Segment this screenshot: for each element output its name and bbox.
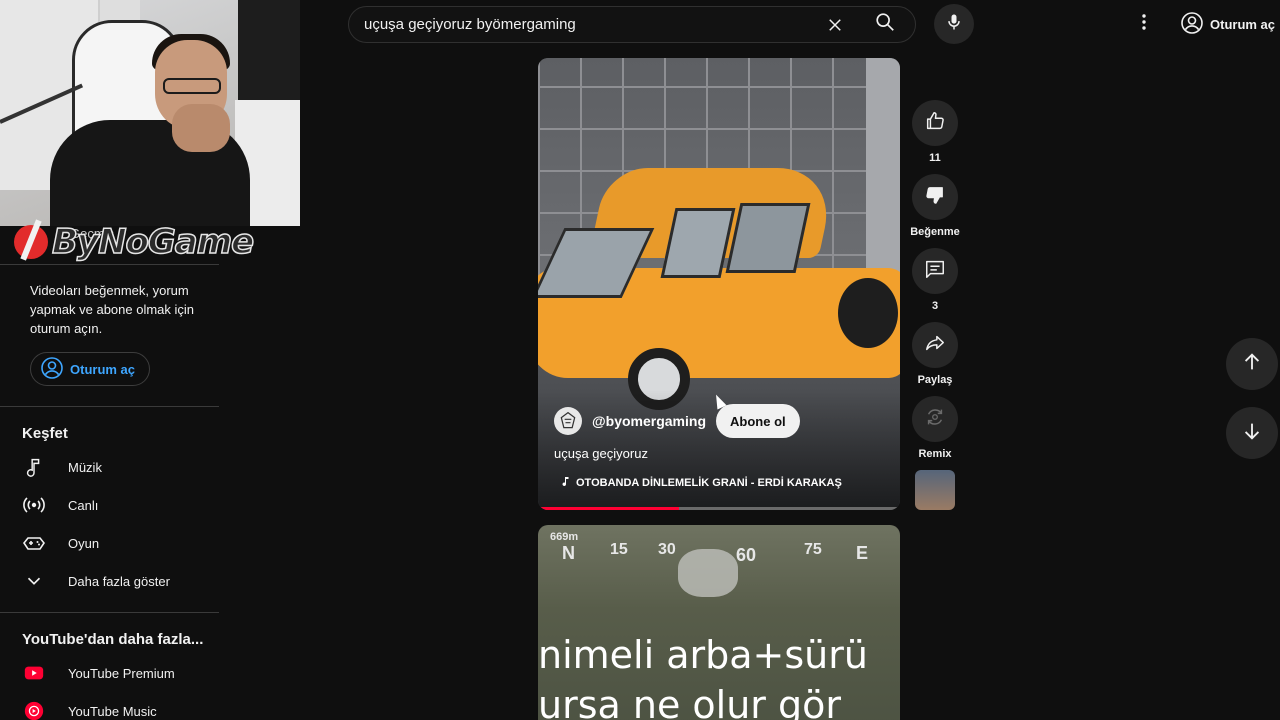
remix-button[interactable] xyxy=(912,396,958,442)
microphone-icon xyxy=(944,12,964,37)
bynogame-logo-text: ByNoGame xyxy=(51,221,255,263)
live-icon xyxy=(22,493,46,517)
comment-icon xyxy=(924,258,946,285)
like-button[interactable] xyxy=(912,100,958,146)
remix-icon xyxy=(924,406,946,433)
compass-label: 30 xyxy=(658,541,676,558)
video-progress-bar[interactable] xyxy=(538,507,900,510)
header-signin-label: Oturum aç xyxy=(1210,16,1276,32)
explore-section-title: Keşfet xyxy=(22,425,68,442)
sidebar-signin-label: Oturum aç xyxy=(70,361,136,377)
short-video-player[interactable]: @byomergaming Abone ol uçuşa geçiyoruz O… xyxy=(538,58,900,510)
bynogame-logo-mark xyxy=(14,225,48,259)
compass-label: 60 xyxy=(736,545,757,565)
compass-label: N xyxy=(562,543,575,563)
dislike-button[interactable] xyxy=(912,174,958,220)
music-track-label: OTOBANDA DİNLEMELİK GRANİ - ERDİ KARAKAŞ xyxy=(576,476,842,489)
webcam-overlay xyxy=(0,0,300,226)
arrow-down-icon xyxy=(1241,420,1263,447)
account-circle-icon xyxy=(40,356,64,383)
compass-label: E xyxy=(856,543,869,563)
like-count: 11 xyxy=(929,152,941,164)
search-button[interactable] xyxy=(855,7,915,42)
share-icon xyxy=(924,332,946,359)
bynogame-logo: ByNoGame xyxy=(14,220,255,264)
sidebar-item-music[interactable]: Müzik xyxy=(0,448,220,486)
sidebar-item-live[interactable]: Canlı xyxy=(0,486,220,524)
more-from-youtube-title: YouTube'dan daha fazla... xyxy=(22,631,204,648)
compass-label: 15 xyxy=(610,541,628,558)
thumbs-up-icon xyxy=(924,110,946,137)
channel-avatar[interactable] xyxy=(554,407,582,435)
settings-menu-button[interactable] xyxy=(1134,12,1154,36)
sidebar-divider xyxy=(0,264,219,265)
sidebar-item-label: Daha fazla göster xyxy=(68,573,170,589)
sidebar-item-label: YouTube Music xyxy=(68,703,157,719)
more-vertical-icon xyxy=(1141,13,1147,36)
thumbs-down-icon xyxy=(924,184,946,211)
youtube-premium-icon xyxy=(22,661,46,685)
shorts-action-rail: 11 Beğenme 3 Paylaş Remix xyxy=(910,100,960,510)
sidebar-item-youtube-music[interactable]: YouTube Music xyxy=(0,692,220,720)
sidebar-show-more[interactable]: Daha fazla göster xyxy=(0,562,220,600)
channel-row: @byomergaming Abone ol xyxy=(554,404,800,438)
search-input[interactable]: uçuşa geçiyoruz byömergaming xyxy=(364,16,815,33)
share-label: Paylaş xyxy=(917,374,953,386)
sound-thumbnail[interactable] xyxy=(915,470,955,510)
subscribe-button[interactable]: Abone ol xyxy=(716,404,800,438)
music-note-icon xyxy=(560,475,572,490)
search-bar[interactable]: uçuşa geçiyoruz byömergaming xyxy=(348,6,916,43)
music-link[interactable]: OTOBANDA DİNLEMELİK GRANİ - ERDİ KARAKAŞ xyxy=(560,475,842,490)
sidebar: Videoları beğenmek, yorum yapmak ve abon… xyxy=(0,264,220,720)
sidebar-item-youtube-premium[interactable]: YouTube Premium xyxy=(0,654,220,692)
comment-count: 3 xyxy=(931,300,939,312)
comments-button[interactable] xyxy=(912,248,958,294)
next-short-preview[interactable]: 669m N 15 30 60 75 E nimeli arba+sürü ur… xyxy=(538,525,900,720)
sidebar-item-gaming[interactable]: Oyun xyxy=(0,524,220,562)
sidebar-divider xyxy=(0,406,219,407)
signin-prompt-text: Videoları beğenmek, yorum yapmak ve abon… xyxy=(30,283,195,336)
account-circle-icon xyxy=(1180,11,1204,38)
channel-name-link[interactable]: @byomergaming xyxy=(592,413,706,429)
clear-search-icon[interactable] xyxy=(815,16,855,34)
next-short-caption-line: nimeli arba+sürü xyxy=(538,633,868,677)
sidebar-item-label: Oyun xyxy=(68,535,100,551)
sidebar-signin-button[interactable]: Oturum aç xyxy=(30,352,151,386)
remix-label: Remix xyxy=(918,448,952,460)
chevron-down-icon xyxy=(22,569,46,593)
header-signin-button[interactable]: Oturum aç xyxy=(1180,10,1275,38)
arrow-up-icon xyxy=(1241,351,1263,378)
short-title[interactable]: uçuşa geçiyoruz xyxy=(554,446,648,461)
dislike-label: Beğenme xyxy=(910,226,960,238)
compass-distance: 669m xyxy=(550,531,579,543)
gaming-icon xyxy=(22,531,46,555)
sidebar-item-label: Müzik xyxy=(68,459,102,475)
sidebar-item-label: YouTube Premium xyxy=(68,665,175,681)
next-short-button[interactable] xyxy=(1226,407,1278,459)
voice-search-button[interactable] xyxy=(934,4,974,44)
previous-short-button[interactable] xyxy=(1226,338,1278,390)
video-frame-car xyxy=(538,168,900,410)
compass-label: 75 xyxy=(804,541,822,558)
sidebar-divider xyxy=(0,612,219,613)
music-note-icon xyxy=(22,455,46,479)
youtube-music-icon xyxy=(22,699,46,720)
share-button[interactable] xyxy=(912,322,958,368)
sidebar-item-label: Canlı xyxy=(68,497,99,513)
video-progress-fill xyxy=(538,507,680,510)
next-short-caption-line: ursa ne olur gör xyxy=(538,683,841,720)
search-icon xyxy=(874,11,896,38)
